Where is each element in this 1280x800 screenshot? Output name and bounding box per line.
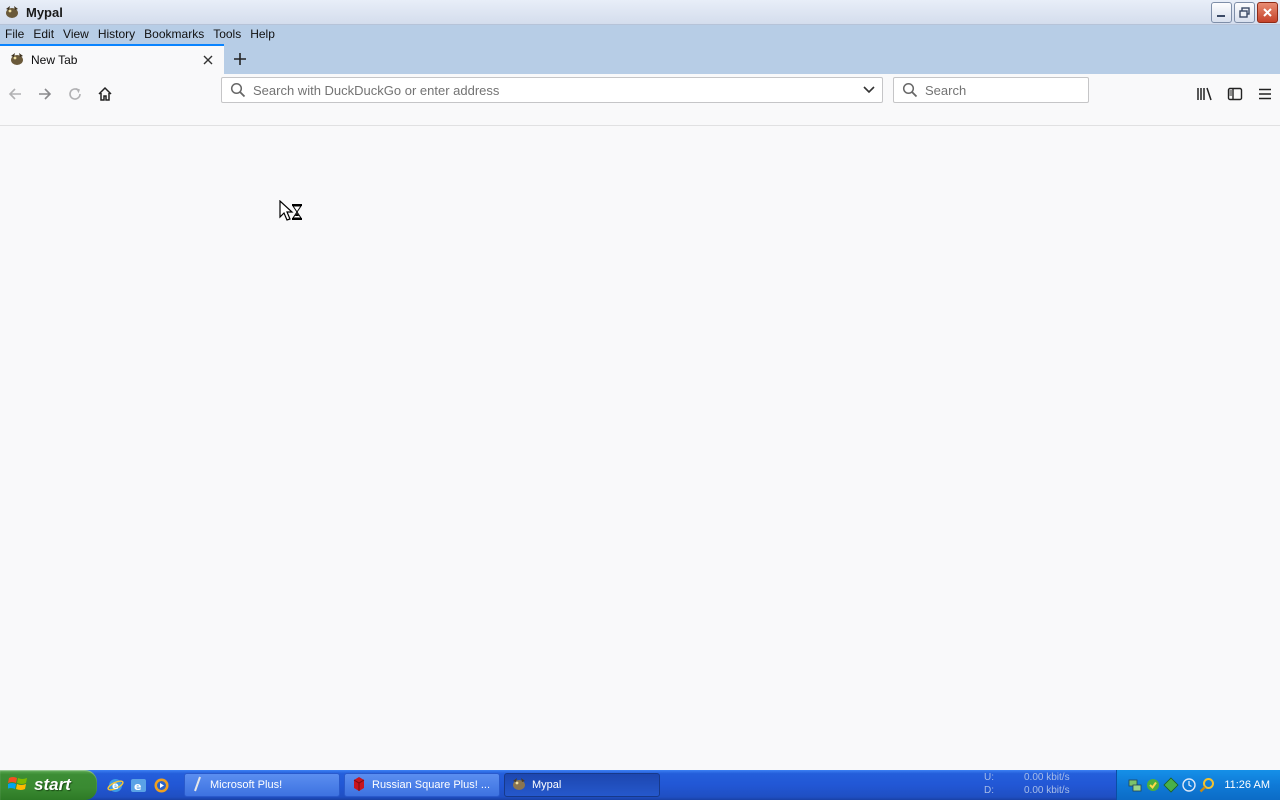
menu-edit[interactable]: Edit [29, 27, 59, 41]
back-button[interactable] [1, 80, 29, 108]
mypal-app-icon [511, 776, 527, 795]
reload-button[interactable] [61, 80, 89, 108]
page-content-area[interactable] [0, 127, 1280, 770]
menu-view[interactable]: View [59, 27, 94, 41]
close-window-button[interactable] [1257, 2, 1278, 23]
search-icon [902, 82, 918, 98]
address-input[interactable] [253, 79, 859, 101]
search-icon [230, 82, 246, 98]
network-tray-icon[interactable] [1127, 777, 1143, 793]
browser-chrome-top: File Edit View History Bookmarks Tools H… [0, 25, 1280, 74]
start-label: start [34, 775, 71, 794]
system-tray: 11:26 AM [1116, 770, 1280, 800]
tab-favicon-icon [9, 51, 25, 70]
task-label: Mypal [532, 779, 562, 791]
search-bar[interactable] [893, 77, 1101, 103]
menu-button[interactable] [1251, 80, 1279, 108]
address-bar[interactable] [221, 77, 883, 103]
task-label: Microsoft Plus! [210, 779, 283, 791]
media-player-icon[interactable] [153, 777, 170, 794]
svg-text:e: e [134, 780, 141, 793]
upload-value: 0.00 kbit/s [1024, 772, 1070, 783]
windows-logo-icon [7, 775, 28, 796]
tab-close-button[interactable] [200, 52, 216, 68]
taskbar-item-mypal[interactable]: Mypal [504, 773, 660, 797]
close-icon [1263, 8, 1272, 17]
restore-button[interactable] [1234, 2, 1255, 23]
start-button[interactable]: start [0, 770, 97, 800]
chevron-down-icon [863, 86, 875, 94]
plus-icon [234, 53, 246, 65]
network-meter: U: 0.00 kbit/s D: 0.00 kbit/s [984, 772, 1114, 798]
library-icon [1197, 87, 1212, 101]
upload-label: U: [984, 772, 994, 783]
window-title: Mypal [26, 4, 63, 20]
minimize-button[interactable] [1211, 2, 1232, 23]
navigation-toolbar [0, 74, 1280, 126]
back-arrow-icon [8, 88, 21, 100]
home-button[interactable] [91, 80, 119, 108]
sidebar-icon [1227, 87, 1243, 101]
busy-cursor-icon [279, 199, 303, 224]
diamond-tray-icon[interactable] [1163, 777, 1179, 793]
menu-tools[interactable]: Tools [209, 27, 246, 41]
tab-strip: New Tab [0, 44, 1280, 74]
search-input[interactable] [925, 79, 1101, 101]
menubar: File Edit View History Bookmarks Tools H… [0, 25, 1280, 43]
security-tray-icon[interactable] [1145, 777, 1161, 793]
home-icon [98, 86, 112, 101]
magnifier-tray-icon[interactable] [1199, 777, 1215, 793]
taskbar-item-microsoft-plus[interactable]: Microsoft Plus! [184, 773, 340, 797]
svg-text:e: e [112, 781, 119, 792]
library-button[interactable] [1191, 80, 1219, 108]
hamburger-menu-icon [1259, 88, 1271, 100]
minimize-icon [1217, 15, 1225, 17]
forward-button[interactable] [31, 80, 59, 108]
taskbar-item-russian-square[interactable]: Russian Square Plus! ... [344, 773, 500, 797]
reload-icon [69, 88, 81, 100]
clock-tray-icon[interactable] [1181, 777, 1197, 793]
quick-launch: e e [107, 777, 170, 794]
menu-file[interactable]: File [1, 27, 29, 41]
task-label: Russian Square Plus! ... [372, 779, 491, 791]
outlook-express-icon[interactable]: e [130, 777, 147, 794]
restore-icon [1239, 7, 1250, 18]
window-titlebar: Mypal [0, 0, 1280, 25]
download-label: D: [984, 785, 994, 796]
internet-explorer-icon[interactable]: e [107, 777, 124, 794]
windows-taskbar: start e e Microsoft Plus! Russian Square… [0, 770, 1280, 800]
tab-new-tab[interactable]: New Tab [0, 44, 224, 74]
menu-bookmarks[interactable]: Bookmarks [140, 27, 209, 41]
taskbar-clock[interactable]: 11:26 AM [1224, 779, 1270, 791]
download-value: 0.00 kbit/s [1024, 785, 1070, 796]
address-dropdown-button[interactable] [859, 78, 879, 102]
mypal-app-icon [4, 4, 20, 20]
menu-help[interactable]: Help [246, 27, 280, 41]
tab-label: New Tab [31, 53, 78, 67]
close-icon [203, 55, 213, 65]
menu-history[interactable]: History [94, 27, 140, 41]
forward-arrow-icon [39, 88, 52, 100]
new-tab-button[interactable] [224, 44, 256, 74]
slash-icon [191, 776, 205, 795]
sidebar-toggle-button[interactable] [1221, 80, 1249, 108]
red-cube-icon [351, 776, 367, 795]
